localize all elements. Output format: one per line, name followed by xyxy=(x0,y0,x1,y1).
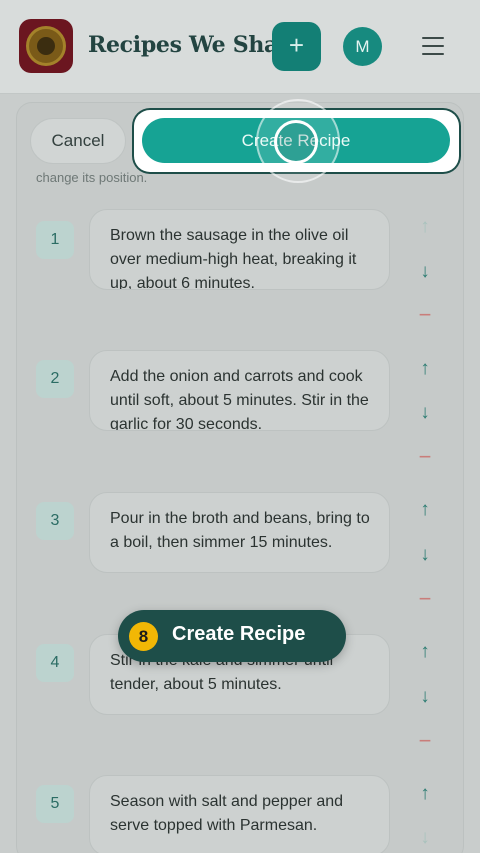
brand-title[interactable]: Recipes We Share xyxy=(88,32,303,58)
remove-step-icon[interactable]: − xyxy=(414,730,436,752)
steps-helper-text: change its position. xyxy=(36,170,148,185)
step-number-badge: 4 xyxy=(36,644,74,682)
move-down-icon[interactable]: ↓ xyxy=(414,686,436,708)
step-number-badge: 3 xyxy=(36,502,74,540)
add-recipe-button[interactable]: + xyxy=(272,22,321,71)
step-text-field[interactable]: Season with salt and pepper and serve to… xyxy=(89,775,390,853)
move-up-icon[interactable]: ↑ xyxy=(414,216,436,238)
move-up-icon[interactable]: ↑ xyxy=(414,358,436,380)
cancel-button[interactable]: Cancel xyxy=(30,118,126,164)
step-number-badge: 5 xyxy=(36,785,74,823)
move-down-icon[interactable]: ↓ xyxy=(414,261,436,283)
step-tooltip: 8 Create Recipe xyxy=(118,610,346,662)
step-number-icon: 8 xyxy=(129,622,158,651)
move-down-icon[interactable]: ↓ xyxy=(414,402,436,424)
step-number-badge: 2 xyxy=(36,360,74,398)
move-up-icon[interactable]: ↑ xyxy=(414,783,436,805)
move-down-icon[interactable]: ↓ xyxy=(414,827,436,849)
click-target-icon xyxy=(274,120,318,164)
remove-step-icon[interactable]: − xyxy=(414,588,436,610)
step-text-field[interactable]: Add the onion and carrots and cook until… xyxy=(89,350,390,431)
move-up-icon[interactable]: ↑ xyxy=(414,641,436,663)
step-text-field[interactable]: Pour in the broth and beans, bring to a … xyxy=(89,492,390,573)
remove-step-icon[interactable]: − xyxy=(414,446,436,468)
logo-emblem-icon xyxy=(26,26,66,66)
menu-icon[interactable] xyxy=(422,37,444,55)
app-header: Recipes We Share + M xyxy=(0,0,480,94)
move-up-icon[interactable]: ↑ xyxy=(414,499,436,521)
remove-step-icon[interactable]: − xyxy=(414,304,436,326)
step-number-badge: 1 xyxy=(36,221,74,259)
user-avatar[interactable]: M xyxy=(343,27,382,66)
step-tooltip-label: Create Recipe xyxy=(172,623,306,645)
step-text-field[interactable]: Brown the sausage in the olive oil over … xyxy=(89,209,390,290)
move-down-icon[interactable]: ↓ xyxy=(414,544,436,566)
app-logo[interactable] xyxy=(19,19,73,73)
